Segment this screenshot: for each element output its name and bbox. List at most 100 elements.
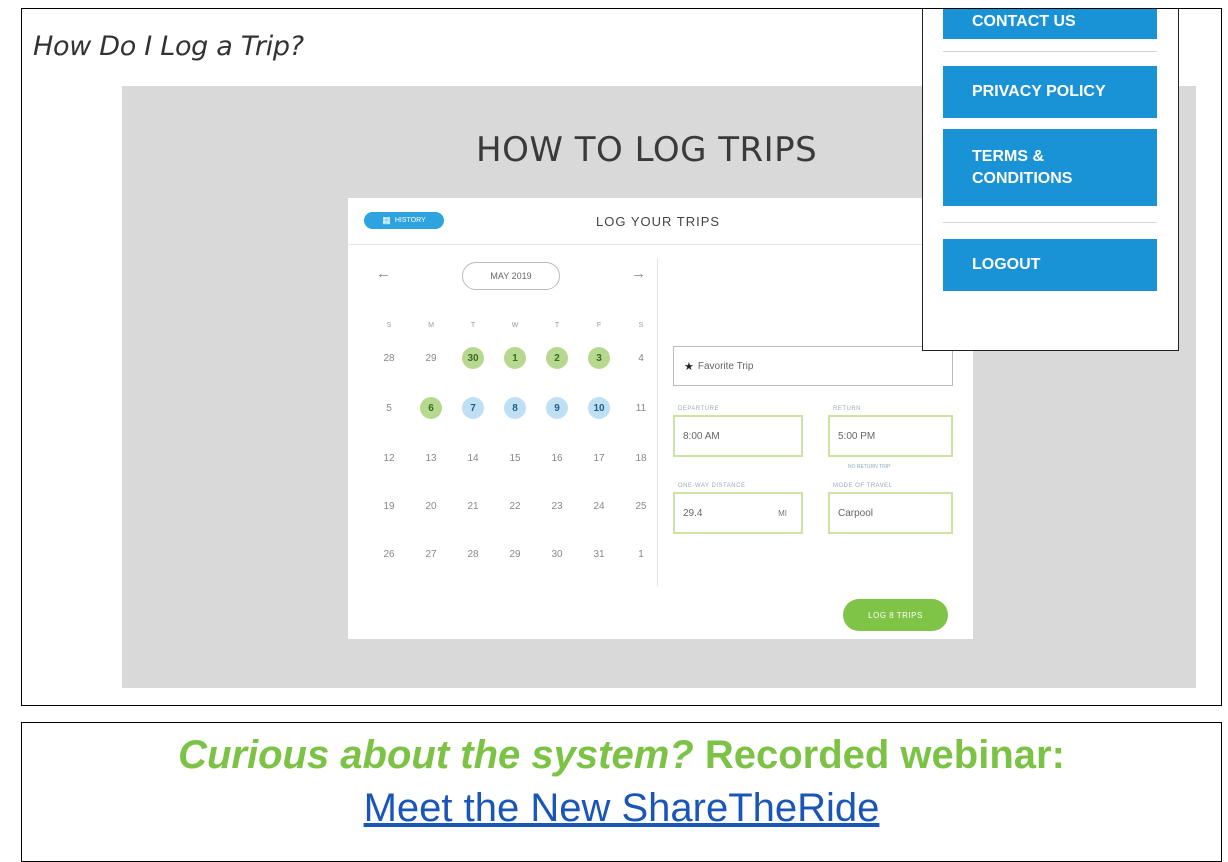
calendar-week: 19 20 21 22 23 24 25 xyxy=(368,491,662,521)
calendar-day[interactable]: 29 xyxy=(410,343,452,373)
calendar-day[interactable]: 9 xyxy=(536,393,578,423)
calendar-day-number: 23 xyxy=(551,500,563,512)
calendar-day[interactable]: 30 xyxy=(452,343,494,373)
weekday-label: S xyxy=(386,322,392,329)
weekday-label: T xyxy=(470,322,476,329)
calendar-day[interactable]: 13 xyxy=(410,443,452,473)
privacy-policy-button[interactable]: PRIVACY POLICY xyxy=(943,66,1157,118)
calendar-day[interactable]: 5 xyxy=(368,393,410,423)
logout-label: LOGOUT xyxy=(972,256,1041,273)
favorite-trip-select[interactable]: ★ Favorite Trip xyxy=(673,346,953,386)
logout-button[interactable]: LOGOUT xyxy=(943,239,1157,291)
mode-of-travel-select[interactable]: Carpool xyxy=(828,492,953,534)
calendar-day[interactable]: 18 xyxy=(620,443,662,473)
weekday-header: S M T W T F S xyxy=(368,322,662,329)
calendar-day[interactable]: 3 xyxy=(578,343,620,373)
calendar-day-number: 10 xyxy=(588,397,610,419)
calendar-day-number: 14 xyxy=(467,452,479,464)
calendar-day[interactable]: 27 xyxy=(410,539,452,569)
promo-headline: Curious about the system? Recorded webin… xyxy=(22,733,1221,778)
app-title: LOG YOUR TRIPS xyxy=(596,214,721,229)
calendar-day-number: 1 xyxy=(638,548,644,560)
calendar-day[interactable]: 31 xyxy=(578,539,620,569)
calendar-day[interactable]: 1 xyxy=(494,343,536,373)
calendar-day-number: 21 xyxy=(467,500,479,512)
calendar-icon: ▦ xyxy=(382,215,391,225)
return-input[interactable]: 5:00 PM xyxy=(828,415,953,457)
webinar-link[interactable]: Meet the New ShareTheRide xyxy=(364,786,880,830)
history-label: HISTORY xyxy=(394,217,426,224)
panel-heading: HOW TO LOG TRIPS xyxy=(476,130,818,170)
section-title: How Do I Log a Trip? xyxy=(33,31,304,62)
calendar-day-number: 30 xyxy=(462,347,484,369)
calendar-day[interactable]: 7 xyxy=(452,393,494,423)
calendar-day-number: 31 xyxy=(593,548,605,560)
calendar-day[interactable]: 26 xyxy=(368,539,410,569)
month-selector[interactable]: MAY 2019 xyxy=(462,262,560,290)
calendar-day-number: 6 xyxy=(420,397,442,419)
calendar-day[interactable]: 22 xyxy=(494,491,536,521)
calendar-day[interactable]: 11 xyxy=(620,393,662,423)
calendar-day-number: 4 xyxy=(638,352,644,364)
arrow-left-icon[interactable]: ← xyxy=(376,265,391,282)
calendar-day-number: 29 xyxy=(509,548,521,560)
weekday-label: W xyxy=(511,322,519,329)
calendar-day-number: 30 xyxy=(551,548,563,560)
calendar-day[interactable]: 12 xyxy=(368,443,410,473)
calendar-day-number: 28 xyxy=(467,548,479,560)
calendar-day-number: 12 xyxy=(383,452,395,464)
calendar-day-number: 16 xyxy=(551,452,563,464)
distance-input[interactable]: 29.4 MI xyxy=(673,492,803,534)
arrow-right-icon[interactable]: → xyxy=(631,265,646,282)
calendar-day[interactable]: 16 xyxy=(536,443,578,473)
menu-divider xyxy=(943,222,1157,223)
app-header: ▦ HISTORY LOG YOUR TRIPS xyxy=(348,198,973,245)
calendar-day[interactable]: 30 xyxy=(536,539,578,569)
promo-question: Curious about the system? xyxy=(178,733,694,777)
weekday-label: F xyxy=(596,322,602,329)
calendar-day[interactable]: 20 xyxy=(410,491,452,521)
calendar-day-number: 2 xyxy=(546,347,568,369)
calendar-day[interactable]: 29 xyxy=(494,539,536,569)
calendar-day-number: 5 xyxy=(386,402,392,414)
top-frame: How Do I Log a Trip? HOW TO LOG TRIPS ▦ … xyxy=(21,8,1222,706)
calendar-day-number: 24 xyxy=(593,500,605,512)
calendar-day-number: 20 xyxy=(425,500,437,512)
calendar-day[interactable]: 1 xyxy=(620,539,662,569)
calendar-day[interactable]: 23 xyxy=(536,491,578,521)
calendar-day[interactable]: 17 xyxy=(578,443,620,473)
departure-input[interactable]: 8:00 AM xyxy=(673,415,803,457)
terms-label-line1: TERMS & xyxy=(972,147,1044,165)
terms-conditions-button[interactable]: TERMS & CONDITIONS xyxy=(943,129,1157,206)
calendar-week: 12 13 14 15 16 17 18 xyxy=(368,443,662,473)
calendar-day[interactable]: 25 xyxy=(620,491,662,521)
calendar-day[interactable]: 21 xyxy=(452,491,494,521)
calendar-day[interactable]: 19 xyxy=(368,491,410,521)
calendar-week: 26 27 28 29 30 31 1 xyxy=(368,539,662,569)
contact-us-label: CONTACT US xyxy=(972,13,1076,30)
contact-us-button[interactable]: CONTACT US xyxy=(943,9,1157,39)
calendar-day[interactable]: 2 xyxy=(536,343,578,373)
history-button[interactable]: ▦ HISTORY xyxy=(364,212,444,229)
calendar-day[interactable]: 28 xyxy=(452,539,494,569)
return-value: 5:00 PM xyxy=(838,430,876,442)
calendar-day-number: 8 xyxy=(504,397,526,419)
calendar-day[interactable]: 4 xyxy=(620,343,662,373)
weekday-label: T xyxy=(554,322,560,329)
terms-label-line2: CONDITIONS xyxy=(972,169,1073,187)
no-return-trip-link[interactable]: NO RETURN TRIP xyxy=(848,464,890,470)
webinar-banner: Curious about the system? Recorded webin… xyxy=(21,722,1222,862)
calendar-day[interactable]: 8 xyxy=(494,393,536,423)
distance-label: ONE-WAY DISTANCE xyxy=(678,483,746,489)
calendar-day[interactable]: 24 xyxy=(578,491,620,521)
calendar-day[interactable]: 28 xyxy=(368,343,410,373)
calendar-day-number: 29 xyxy=(425,352,437,364)
log-trips-button[interactable]: LOG 8 TRIPS xyxy=(843,599,948,631)
promo-link-row: Meet the New ShareTheRide xyxy=(22,786,1221,831)
calendar-day[interactable]: 10 xyxy=(578,393,620,423)
calendar-day[interactable]: 14 xyxy=(452,443,494,473)
calendar-day[interactable]: 15 xyxy=(494,443,536,473)
calendar-week: 5 6 7 8 9 10 11 xyxy=(368,393,662,423)
calendar-day[interactable]: 6 xyxy=(410,393,452,423)
calendar-day-number: 18 xyxy=(635,452,647,464)
